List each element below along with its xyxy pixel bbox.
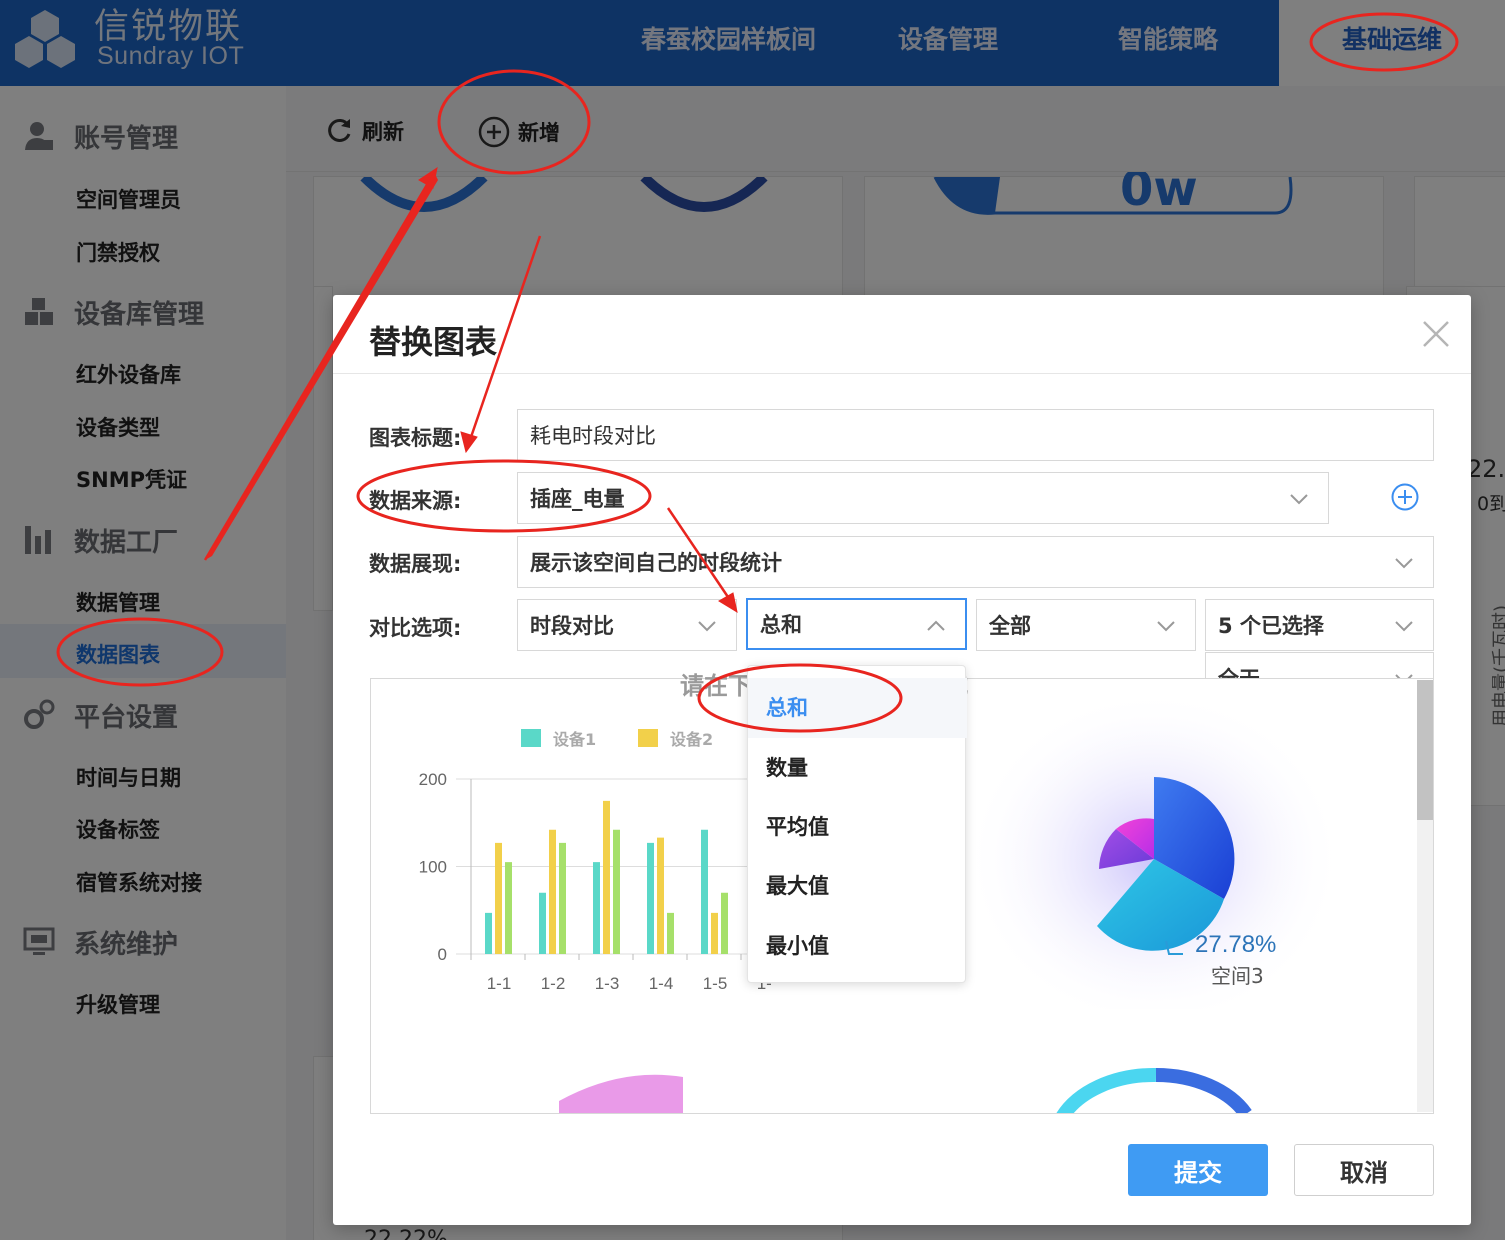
bar[interactable] — [657, 837, 664, 954]
pie-percent-label: 27.78% — [1195, 931, 1276, 958]
bar[interactable] — [485, 912, 492, 954]
modal-title: 替换图表 — [369, 323, 498, 361]
replace-chart-modal: 替换图表 图表标题: 耗电时段对比 数据来源: 插座_电量 数据展现: 展示该空… — [333, 295, 1471, 1225]
option-min[interactable]: 最小值 — [748, 916, 967, 976]
chevron-down-icon — [698, 621, 716, 632]
close-icon[interactable] — [1419, 317, 1453, 351]
bar[interactable] — [647, 842, 654, 954]
data-display-label: 数据展现: — [369, 552, 462, 576]
chevron-up-icon — [927, 620, 945, 631]
option-sum[interactable]: 总和 — [748, 678, 967, 738]
partial-chart[interactable] — [559, 1074, 683, 1114]
preview-scrollbar[interactable] — [1417, 680, 1433, 1112]
chart-title-label: 图表标题: — [369, 426, 462, 450]
submit-button[interactable]: 提交 — [1128, 1144, 1268, 1196]
pie-name-label: 空间3 — [1211, 964, 1264, 988]
x-tick-label: 1-2 — [541, 974, 566, 993]
scroll-thumb[interactable] — [1417, 680, 1433, 820]
preview-row-2 — [559, 1067, 1252, 1114]
bar[interactable] — [549, 829, 556, 954]
bar[interactable] — [505, 862, 512, 954]
aggregate-select[interactable]: 总和 — [746, 598, 967, 650]
legend-label: 设备1 — [553, 730, 596, 749]
bar[interactable] — [613, 829, 620, 954]
chevron-down-icon — [1395, 621, 1413, 632]
legend-label: 设备2 — [670, 730, 713, 749]
chart-title-input[interactable]: 耗电时段对比 — [517, 409, 1434, 461]
add-source-icon[interactable] — [1390, 482, 1420, 512]
y-tick-label: 0 — [438, 945, 447, 964]
x-tick-label: 1-4 — [649, 974, 674, 993]
option-average[interactable]: 平均值 — [748, 797, 967, 857]
partial-donut[interactable] — [1155, 1067, 1252, 1114]
pie-chart[interactable]: 27.78% 空间3 — [971, 679, 1351, 1009]
chevron-down-icon — [1395, 558, 1413, 569]
data-source-label: 数据来源: — [369, 489, 462, 513]
bar[interactable] — [711, 912, 718, 954]
bar[interactable] — [667, 912, 674, 954]
bar[interactable] — [593, 862, 600, 954]
chevron-down-icon — [1290, 494, 1308, 505]
data-source-select[interactable]: 插座_电量 — [517, 472, 1329, 524]
x-tick-label: 1-1 — [487, 974, 512, 993]
scope-select[interactable]: 全部 — [976, 599, 1196, 651]
legend-swatch[interactable] — [521, 729, 541, 747]
partial-donut[interactable] — [1056, 1067, 1157, 1114]
bar[interactable] — [495, 842, 502, 954]
bar[interactable] — [559, 842, 566, 954]
cancel-button[interactable]: 取消 — [1294, 1144, 1434, 1196]
multi-select[interactable]: 5 个已选择 — [1205, 599, 1434, 651]
bar[interactable] — [701, 829, 708, 954]
compare-options-label: 对比选项: — [369, 616, 462, 640]
chevron-down-icon — [1157, 621, 1175, 632]
y-tick-label: 200 — [419, 770, 447, 789]
bar[interactable] — [539, 892, 546, 954]
y-tick-label: 100 — [419, 858, 447, 877]
x-tick-label: 1-3 — [595, 974, 620, 993]
bar[interactable] — [721, 892, 728, 954]
x-tick-label: 1-5 — [703, 974, 728, 993]
option-count[interactable]: 数量 — [748, 738, 967, 798]
modal-divider — [333, 373, 1471, 374]
compare-period-select[interactable]: 时段对比 — [517, 599, 737, 651]
data-display-select[interactable]: 展示该空间自己的时段统计 — [517, 536, 1434, 588]
bar[interactable] — [603, 800, 610, 954]
aggregate-dropdown-menu: 总和 数量 平均值 最大值 最小值 — [747, 665, 967, 983]
bar-chart[interactable]: 设备1设备201002001-11-21-31-41-51-61-7 — [371, 709, 771, 1029]
legend-swatch[interactable] — [638, 729, 658, 747]
option-max[interactable]: 最大值 — [748, 856, 967, 916]
